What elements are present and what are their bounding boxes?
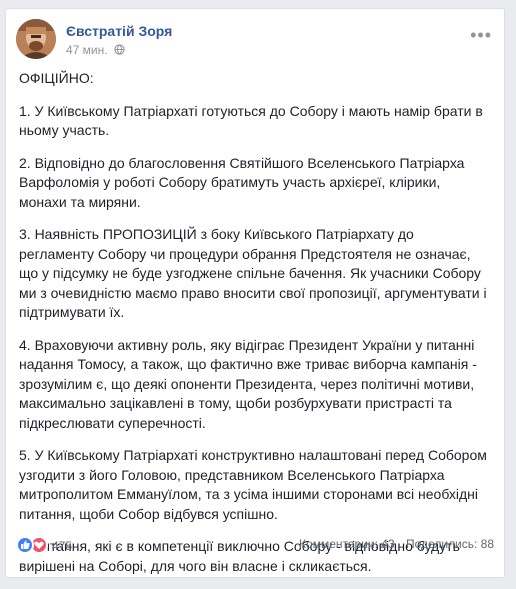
- post-header: Євстратій Зоря 47 мин. •••: [16, 19, 494, 65]
- engagement-counts: Комментарии: 43 Поделились: 88: [291, 537, 494, 551]
- reactions-count[interactable]: 475: [52, 539, 72, 553]
- post-time[interactable]: 47 мин.: [66, 43, 108, 57]
- post-paragraph: 3. Наявність ПРОПОЗИЦІЙ з боку Київськог…: [19, 226, 487, 320]
- post-paragraph: 5. У Київському Патріархаті конструктивн…: [19, 447, 487, 522]
- post-paragraph: 4. Враховуючи активну роль, яку відіграє…: [19, 336, 477, 431]
- post-paragraph: ОФІЦІЙНО:: [19, 70, 94, 86]
- author-name[interactable]: Євстратій Зоря: [66, 23, 172, 39]
- comments-count-link[interactable]: Комментарии: 43: [299, 537, 395, 551]
- post-paragraph: 1. У Київському Патріархаті готуються до…: [19, 102, 483, 139]
- globe-icon: [114, 44, 125, 55]
- post-body: ОФІЦІЙНО: 1. У Київському Патріархаті го…: [19, 69, 491, 589]
- like-reaction-icon: [16, 536, 34, 554]
- shares-count-link[interactable]: Поделились: 88: [406, 537, 494, 551]
- post-paragraph: 2. Відповідно до благословення Святійшог…: [19, 154, 465, 210]
- more-options-icon[interactable]: •••: [470, 25, 492, 46]
- post-card: Євстратій Зоря 47 мин. ••• ОФІЦІЙНО: 1. …: [5, 8, 505, 578]
- post-footer: 475 Комментарии: 43 Поделились: 88: [16, 534, 494, 558]
- post-meta: 47 мин.: [66, 43, 125, 57]
- avatar[interactable]: [16, 19, 56, 59]
